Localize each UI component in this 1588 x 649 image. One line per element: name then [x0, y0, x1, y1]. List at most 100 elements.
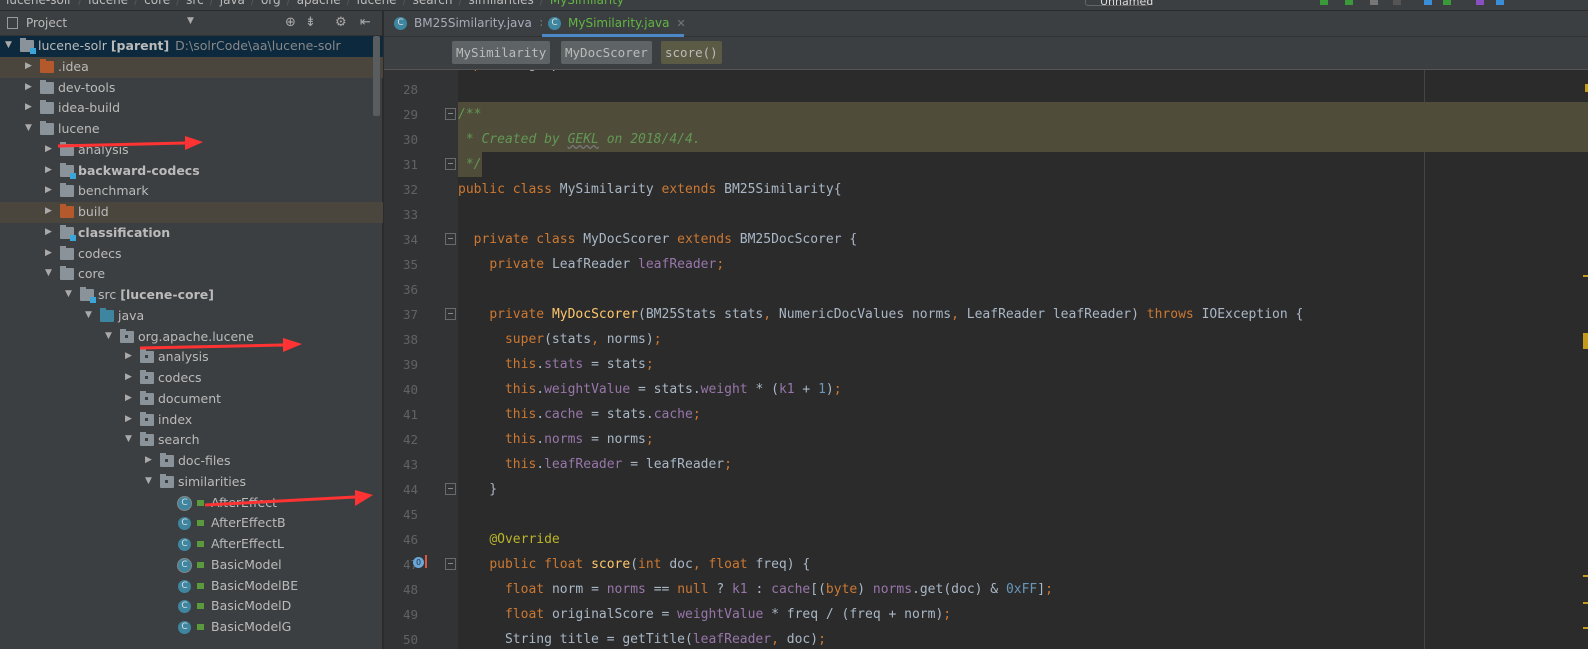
- nav-crumb[interactable]: java: [220, 0, 245, 7]
- tree-item[interactable]: ▶ idea-build: [0, 98, 383, 119]
- project-view-selector[interactable]: Project: [26, 16, 67, 30]
- chevron-right-icon[interactable]: ▶: [125, 414, 135, 424]
- nav-crumb[interactable]: similarities: [469, 0, 534, 7]
- tree-item[interactable]: ▼ lucene: [0, 119, 383, 140]
- fold-marker-icon[interactable]: [445, 108, 456, 120]
- debug-icon[interactable]: [1345, 0, 1353, 5]
- chevron-right-icon[interactable]: ▶: [125, 351, 135, 361]
- tree-item[interactable]: C AfterEffectL: [0, 534, 383, 555]
- error-stripe-marker[interactable]: [1583, 333, 1588, 349]
- chevron-down-icon[interactable]: ▼: [45, 268, 55, 278]
- project-tree[interactable]: ▼ lucene-solr [parent] D:\solrCode\aa\luce…: [0, 36, 383, 649]
- chevron-right-icon[interactable]: ▶: [125, 372, 135, 382]
- chevron-right-icon[interactable]: ▶: [45, 227, 55, 237]
- tree-item[interactable]: ▼ search: [0, 430, 383, 451]
- fold-marker-icon[interactable]: [445, 308, 456, 320]
- chevron-down-icon[interactable]: ▼: [65, 289, 75, 299]
- gear-icon[interactable]: ⚙: [335, 15, 347, 30]
- run-config-select[interactable]: Unnamed: [1085, 0, 1153, 8]
- chevron-down-icon[interactable]: ▼: [105, 331, 115, 341]
- tree-item[interactable]: C BasicModelD: [0, 596, 383, 617]
- tree-item[interactable]: C BasicModel: [0, 555, 383, 576]
- crumb-method[interactable]: score(): [661, 41, 722, 64]
- vcs-update-icon[interactable]: [1424, 0, 1432, 5]
- tree-item[interactable]: ▶ backward-codecs: [0, 161, 383, 182]
- hide-panel-icon[interactable]: ⇤: [360, 15, 371, 30]
- tree-item[interactable]: ▶ doc-files: [0, 451, 383, 472]
- chevron-right-icon[interactable]: ▶: [45, 248, 55, 258]
- project-structure-icon[interactable]: [1496, 0, 1504, 5]
- tree-item[interactable]: ▶ index: [0, 410, 383, 431]
- tree-item[interactable]: ▶ benchmark: [0, 181, 383, 202]
- tree-item[interactable]: ▼ java: [0, 306, 383, 327]
- tree-item[interactable]: ▶ codecs: [0, 368, 383, 389]
- error-stripe-marker[interactable]: [1583, 275, 1588, 277]
- chevron-down-icon[interactable]: ▼: [25, 123, 35, 133]
- tree-item[interactable]: ▶ dev-tools: [0, 78, 383, 99]
- tree-item[interactable]: ▶ document: [0, 389, 383, 410]
- tree-item[interactable]: ▶ analysis: [0, 140, 383, 161]
- fold-marker-icon[interactable]: [445, 233, 456, 245]
- chevron-right-icon[interactable]: ▶: [45, 165, 55, 175]
- fold-marker-icon[interactable]: [445, 158, 456, 170]
- nav-crumb[interactable]: lucene: [88, 0, 128, 7]
- error-stripe-marker[interactable]: [1583, 602, 1588, 604]
- error-stripe-marker[interactable]: [1583, 627, 1588, 629]
- nav-crumb[interactable]: src: [186, 0, 204, 7]
- code-text: private MyDocScorer(BM25Stats stats, Num…: [458, 302, 1303, 327]
- chevron-right-icon[interactable]: ▶: [45, 144, 55, 154]
- fold-marker-icon[interactable]: [445, 558, 456, 570]
- nav-crumb[interactable]: search: [413, 0, 453, 7]
- nav-crumb[interactable]: lucene-solr: [6, 0, 72, 7]
- crumb-class[interactable]: MySimilarity: [452, 41, 551, 64]
- coverage-icon[interactable]: [1370, 0, 1378, 5]
- chevron-right-icon[interactable]: ▶: [25, 82, 35, 92]
- vcs-revert-icon[interactable]: [1476, 0, 1484, 5]
- tree-item[interactable]: ▼ core: [0, 264, 383, 285]
- vcs-commit-icon[interactable]: [1443, 0, 1451, 5]
- tree-item[interactable]: ▶ codecs: [0, 244, 383, 265]
- tab-bm25similarity[interactable]: C BM25Similarity.java✕: [388, 11, 548, 37]
- fold-marker-icon[interactable]: [445, 483, 456, 495]
- error-stripe-marker[interactable]: [1583, 575, 1588, 577]
- chevron-right-icon[interactable]: ▶: [25, 61, 35, 71]
- tree-item[interactable]: ▼ similarities: [0, 472, 383, 493]
- chevron-down-icon[interactable]: ▼: [145, 476, 155, 486]
- chevron-right-icon[interactable]: ▶: [45, 206, 55, 216]
- overrides-method-icon[interactable]: O: [413, 557, 424, 568]
- chevron-down-icon[interactable]: ▼: [5, 40, 15, 50]
- tree-item[interactable]: C AfterEffect: [0, 493, 383, 514]
- nav-crumb[interactable]: apache: [297, 0, 341, 7]
- nav-crumb[interactable]: MySimilarity: [550, 0, 624, 7]
- nav-crumb[interactable]: org: [261, 0, 281, 7]
- run-icon[interactable]: [1320, 0, 1328, 5]
- tree-item[interactable]: C BasicModelG: [0, 617, 383, 638]
- chevron-down-icon[interactable]: ▼: [187, 16, 194, 26]
- tree-item[interactable]: ▶ .idea: [0, 56, 383, 78]
- nav-breadcrumb[interactable]: lucene-solr / lucene / core / src / java / org / apa…: [6, 0, 630, 7]
- locate-icon[interactable]: ⊕: [285, 15, 296, 30]
- collapse-all-icon[interactable]: ⇟: [305, 15, 316, 30]
- chevron-right-icon[interactable]: ▶: [125, 393, 135, 403]
- tree-item[interactable]: ▶ build: [0, 202, 383, 223]
- chevron-right-icon[interactable]: ▶: [145, 455, 155, 465]
- code-area[interactable]: 27 import org.apache.lucene.index.Numeric…: [384, 70, 1588, 649]
- tree-item[interactable]: C AfterEffectB: [0, 513, 383, 534]
- tree-item[interactable]: ▼ lucene-solr [parent] D:\solrCode\aa\luce…: [0, 36, 383, 57]
- nav-crumb[interactable]: lucene: [357, 0, 397, 7]
- tree-item[interactable]: ▼ src [lucene-core]: [0, 285, 383, 306]
- tab-mysimilarity[interactable]: C MySimilarity.java ✕: [542, 11, 686, 37]
- tree-item[interactable]: ▶ analysis: [0, 347, 383, 368]
- chevron-down-icon[interactable]: ▼: [125, 434, 135, 444]
- crumb-inner-class[interactable]: MyDocScorer: [561, 41, 652, 64]
- chevron-right-icon[interactable]: ▶: [25, 102, 35, 112]
- tree-item[interactable]: ▼ org.apache.lucene: [0, 327, 383, 348]
- stop-icon[interactable]: [1393, 0, 1401, 5]
- tree-item[interactable]: C BasicModelBE: [0, 576, 383, 597]
- nav-crumb[interactable]: core: [144, 0, 170, 7]
- tree-item[interactable]: ▶ classification: [0, 223, 383, 244]
- tree-scrollbar[interactable]: [373, 36, 380, 116]
- chevron-down-icon[interactable]: ▼: [85, 310, 95, 320]
- close-icon[interactable]: ✕: [676, 17, 685, 30]
- chevron-right-icon[interactable]: ▶: [45, 185, 55, 195]
